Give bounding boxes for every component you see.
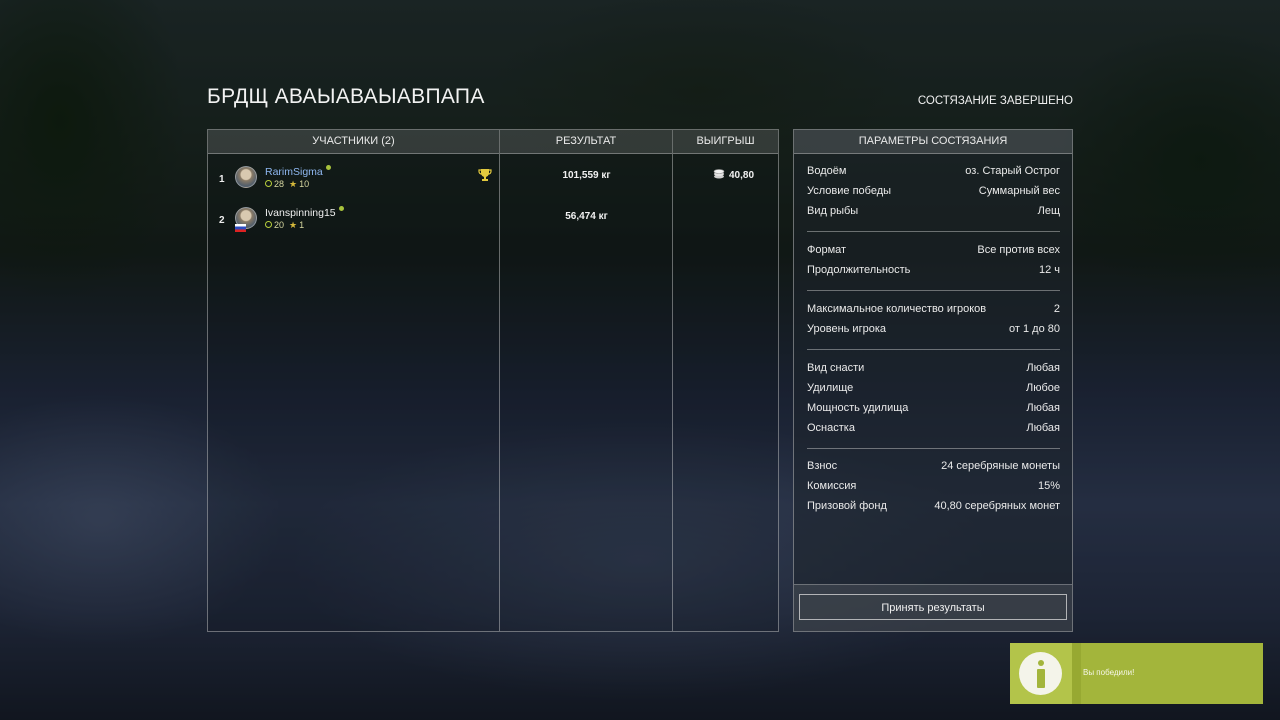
- column-header-result: РЕЗУЛЬТАТ: [500, 130, 672, 154]
- player-prize: 40,80: [713, 169, 754, 181]
- avatar[interactable]: [235, 166, 257, 188]
- param-row-format: Формат Все против всех: [807, 244, 1060, 256]
- star-icon: ★: [289, 179, 298, 189]
- param-row-rod-power: Мощность удилища Любая: [807, 402, 1060, 414]
- column-header-participants: УЧАСТНИКИ (2): [208, 130, 499, 154]
- table-row[interactable]: 2 Ivanspinning15 20 ★ 1 56,474 кг: [208, 204, 778, 240]
- param-separator: [807, 231, 1060, 232]
- param-row-rod: Удилище Любое: [807, 382, 1060, 394]
- player-stars: 10: [299, 179, 310, 189]
- coins-icon: [713, 169, 725, 179]
- player-level: 28: [274, 179, 285, 189]
- player-level: 20: [274, 220, 285, 230]
- player-stats: 28 ★ 10: [265, 179, 309, 190]
- accept-results-button[interactable]: Принять результаты: [799, 594, 1067, 620]
- notification-message: Вы победили!: [1083, 668, 1135, 677]
- param-row-duration: Продолжительность 12 ч: [807, 264, 1060, 276]
- notification-icon-box: [1010, 643, 1072, 704]
- param-separator: [807, 349, 1060, 350]
- online-indicator-icon: [338, 206, 344, 211]
- player-name[interactable]: Ivanspinning15: [265, 206, 344, 219]
- player-stats: 20 ★ 1: [265, 220, 304, 231]
- player-result: 56,474 кг: [565, 211, 608, 222]
- results-panel: УЧАСТНИКИ (2) РЕЗУЛЬТАТ ВЫИГРЫШ 1 RarimS…: [207, 129, 779, 632]
- competition-status: СОСТЯЗАНИЕ ЗАВЕРШЕНО: [917, 95, 1073, 107]
- level-icon: [265, 180, 272, 187]
- param-row-fish-species: Вид рыбы Лещ: [807, 205, 1060, 217]
- online-indicator-icon: [325, 165, 331, 170]
- competition-params-panel: ПАРАМЕТРЫ СОСТЯЗАНИЯ Водоём оз. Старый Ос…: [793, 129, 1073, 632]
- param-separator: [807, 448, 1060, 449]
- param-row-tackle-type: Вид снасти Любая: [807, 362, 1060, 374]
- param-separator: [807, 290, 1060, 291]
- info-icon: [1019, 652, 1062, 695]
- param-row-player-level: Уровень игрока от 1 до 80: [807, 323, 1060, 335]
- star-icon: ★: [289, 220, 298, 230]
- column-header-prize: ВЫИГРЫШ: [673, 130, 778, 154]
- param-row-rig: Оснастка Любая: [807, 422, 1060, 434]
- params-header: ПАРАМЕТРЫ СОСТЯЗАНИЯ: [794, 130, 1072, 154]
- page-title: БРДЩ АВАЫАВАЫАВПАПА: [207, 85, 485, 108]
- player-stars: 1: [299, 220, 305, 230]
- player-result: 101,559 кг: [562, 170, 611, 181]
- param-row-entry-fee: Взнос 24 серебряные монеты: [807, 460, 1060, 472]
- player-name[interactable]: RarimSigma: [265, 165, 331, 178]
- param-row-max-players: Максимальное количество игроков 2: [807, 303, 1060, 315]
- player-rank: 2: [219, 215, 225, 226]
- notification-divider: [1072, 643, 1081, 704]
- param-row-water: Водоём оз. Старый Острог: [807, 165, 1060, 177]
- param-row-commission: Комиссия 15%: [807, 480, 1060, 492]
- table-row[interactable]: 1 RarimSigma 28 ★ 10 101,559 кг 40,80: [208, 163, 778, 199]
- player-rank: 1: [219, 174, 225, 185]
- russia-flag-icon: [235, 224, 246, 232]
- victory-notification[interactable]: Вы победили!: [1010, 643, 1263, 704]
- trophy-icon: [478, 169, 492, 181]
- param-row-win-condition: Условие победы Суммарный вес: [807, 185, 1060, 197]
- level-icon: [265, 221, 272, 228]
- params-footer: Принять результаты: [794, 584, 1072, 631]
- param-row-prize-pool: Призовой фонд 40,80 серебряных монет: [807, 500, 1060, 512]
